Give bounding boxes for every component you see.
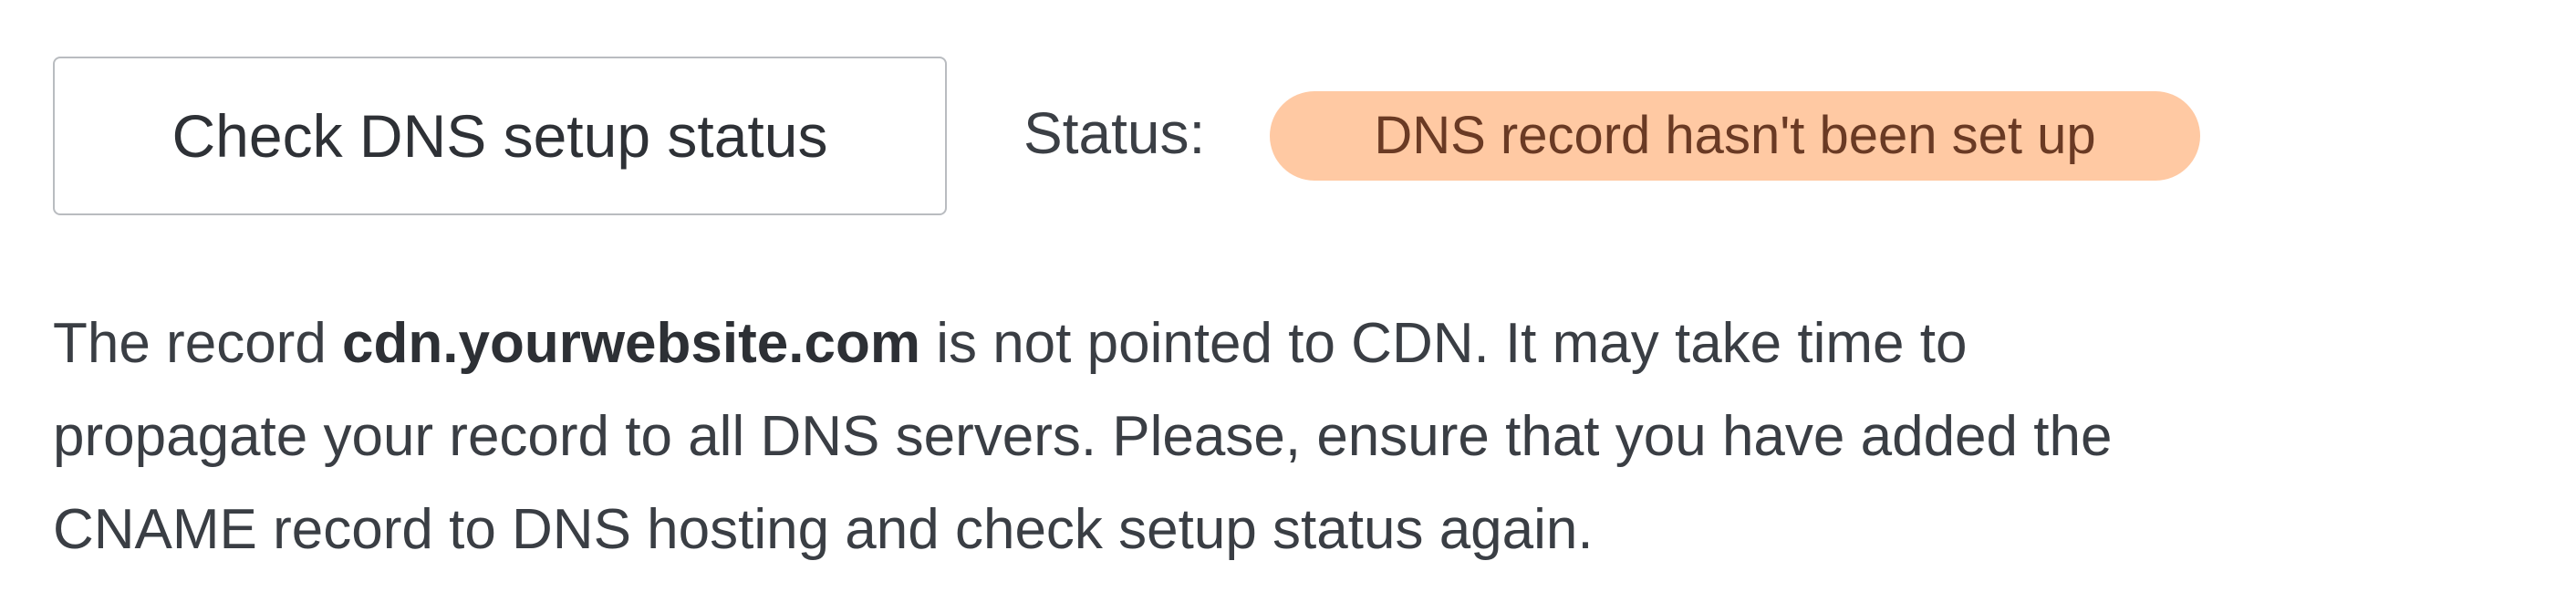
status-badge-text: DNS record hasn't been set up [1374, 106, 2096, 165]
check-dns-setup-status-button[interactable]: Check DNS setup status [53, 57, 947, 215]
status-label: Status: [1023, 100, 1206, 166]
message-line-3: CNAME record to DNS hosting and check se… [53, 498, 1594, 561]
dns-setup-message: The record cdn.yourwebsite.com is not po… [53, 297, 2552, 577]
message-line-2: propagate your record to all DNS servers… [53, 405, 2113, 468]
dns-setup-panel: Check DNS setup status Status: DNS recor… [53, 57, 2552, 586]
message-line-1-prefix: The record [53, 312, 343, 375]
message-line-1: The record cdn.yourwebsite.com is not po… [53, 297, 2552, 390]
domain-name: cdn.yourwebsite.com [342, 312, 920, 375]
status-badge: DNS record hasn't been set up [1270, 91, 2200, 181]
status-row: Check DNS setup status Status: DNS recor… [53, 57, 2552, 219]
check-dns-setup-status-button-label: Check DNS setup status [171, 102, 828, 170]
message-line-1-suffix: is not pointed to CDN. It may take time … [919, 312, 1968, 375]
